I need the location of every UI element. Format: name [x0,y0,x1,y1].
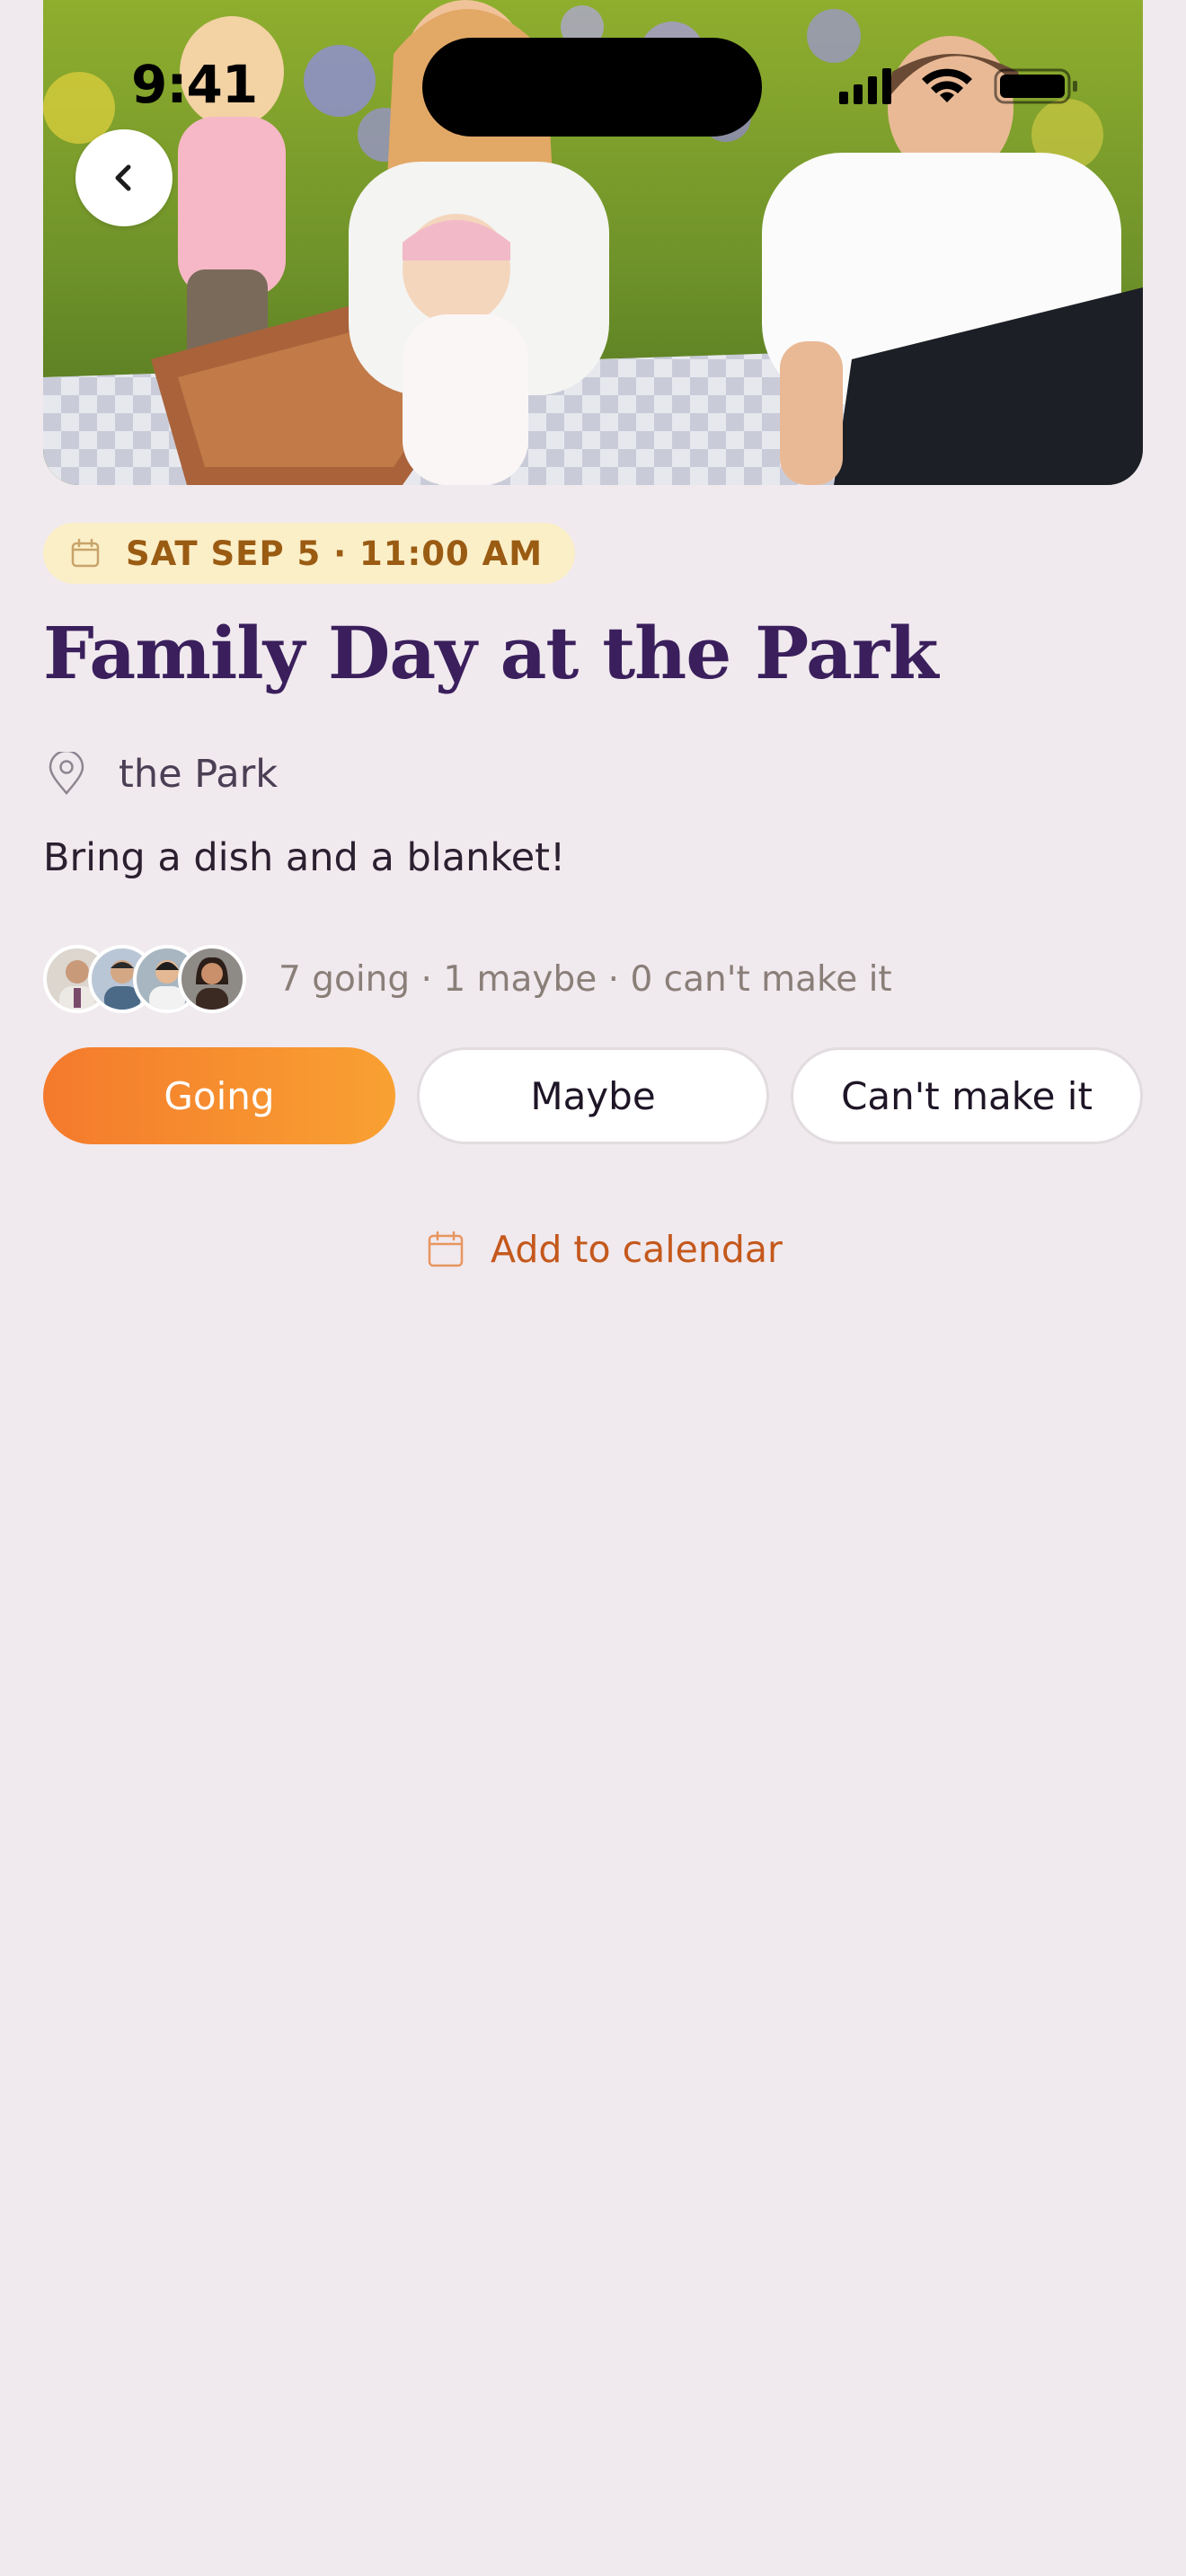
battery-icon [994,68,1077,104]
map-pin-icon [49,752,84,795]
attendee-summary[interactable]: 7 going · 1 maybe · 0 can't make it [43,945,892,1013]
back-button[interactable] [75,129,173,226]
add-to-calendar-label: Add to calendar [491,1228,783,1271]
event-date: SAT SEP 5 · 11:00 AM [126,534,544,573]
event-title: Family Day at the Park [43,611,939,695]
dynamic-island [422,38,762,137]
event-description: Bring a dish and a blanket! [43,835,566,880]
signal-icon [839,68,891,104]
status-icons [839,68,1077,104]
attendee-avatars [43,945,246,1013]
chevron-left-icon [115,164,131,191]
rsvp-maybe-button[interactable]: Maybe [417,1047,769,1144]
event-location: the Park [47,747,278,801]
rsvp-going-button[interactable]: Going [43,1047,395,1144]
rsvp-counts: 7 going · 1 maybe · 0 can't make it [279,958,892,1000]
add-to-calendar-button[interactable]: Add to calendar [426,1222,783,1277]
rsvp-cant-make-it-button[interactable]: Can't make it [791,1047,1143,1144]
date-chip: SAT SEP 5 · 11:00 AM [43,523,576,584]
avatar [178,945,246,1013]
wifi-icon [922,68,972,102]
calendar-icon [428,1231,464,1267]
location-label: the Park [119,752,279,797]
calendar-icon [71,538,100,568]
status-time: 9:41 [131,54,258,115]
